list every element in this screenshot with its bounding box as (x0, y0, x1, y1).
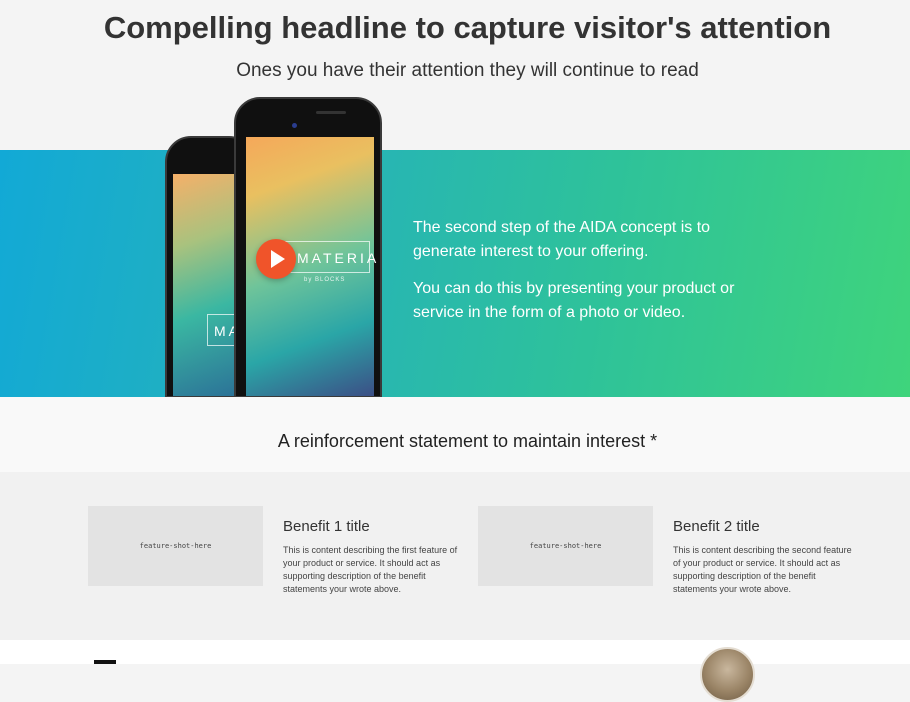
page-subheadline: Ones you have their attention they will … (236, 60, 699, 81)
phone-mockup-front: MATERIA by BLOCKS (234, 97, 382, 398)
page-headline: Compelling headline to capture visitor's… (103, 10, 832, 45)
phone-logo-sub: by BLOCKS (304, 277, 346, 283)
phone-camera (292, 123, 297, 128)
benefit-2-description: This is content describing the second fe… (673, 545, 852, 594)
feature-shot-1: feature-shot-here (88, 506, 263, 586)
phone-logo: MATERIA (280, 241, 376, 273)
interest-paragraph-2: You can do this by presenting your produ… (413, 280, 735, 321)
testimonial-section (0, 640, 910, 664)
benefit-1-title: Benefit 1 title (283, 518, 370, 535)
phone-speaker (316, 111, 346, 114)
avatar (700, 647, 755, 702)
quote-icon (94, 660, 116, 664)
interest-band: The second step of the AIDA concept is t… (0, 150, 910, 397)
phone-screen-front: MATERIA by BLOCKS (246, 137, 376, 396)
interest-paragraph-1: The second step of the AIDA concept is t… (413, 219, 711, 260)
benefit-1-description: This is content describing the first fea… (283, 545, 458, 594)
reinforcement-statement: A reinforcement statement to maintain in… (277, 431, 658, 451)
benefit-2-title: Benefit 2 title (673, 518, 760, 535)
interest-copy: The second step of the AIDA concept is t… (413, 216, 773, 338)
feature-shot-2: feature-shot-here (478, 506, 653, 586)
